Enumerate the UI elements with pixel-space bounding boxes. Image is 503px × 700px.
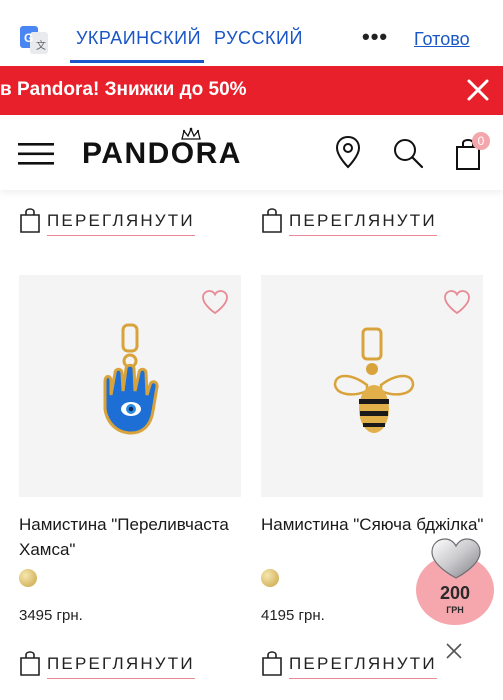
shopping-bag-icon xyxy=(262,651,282,676)
tab-language-russian[interactable]: РУССКИЙ xyxy=(214,28,303,49)
shopping-bag-icon xyxy=(20,208,40,233)
shopping-bag-icon xyxy=(20,651,40,676)
site-header: PANDORA 0 xyxy=(0,115,503,190)
more-dots-icon[interactable]: ••• xyxy=(362,24,388,50)
wishlist-heart-icon[interactable] xyxy=(201,289,229,315)
gold-color-swatch[interactable] xyxy=(19,569,37,587)
product-price: 3495 грн. xyxy=(19,607,83,624)
wishlist-heart-icon[interactable] xyxy=(443,289,471,315)
translate-bar: G 文 УКРАИНСКИЙ РУССКИЙ ••• Готово xyxy=(0,0,503,66)
promo-banner: в Pandora! Знижки до 50% xyxy=(0,66,503,115)
active-tab-indicator xyxy=(70,60,204,63)
promo-banner-text: в Pandora! Знижки до 50% xyxy=(0,79,247,100)
tab-language-ukrainian[interactable]: УКРАИНСКИЙ xyxy=(76,28,201,49)
menu-icon[interactable] xyxy=(18,142,54,166)
crown-icon xyxy=(181,127,201,140)
product-name[interactable]: Намистина "Переливчаста Хамса" xyxy=(19,512,249,562)
product-price: 4195 грн. xyxy=(261,607,325,624)
svg-text:G: G xyxy=(24,31,33,45)
product-image[interactable] xyxy=(19,275,241,497)
view-button-underline xyxy=(289,678,437,679)
view-button-label: ПЕРЕГЛЯНУТИ xyxy=(47,654,195,673)
product-name[interactable]: Намистина "Сяюча бджілка" xyxy=(261,512,491,537)
close-icon[interactable] xyxy=(444,641,464,661)
view-button-underline xyxy=(47,678,195,679)
promo-widget-currency: ГРН xyxy=(446,605,464,615)
brand-logo[interactable]: PANDORA xyxy=(82,137,242,171)
bee-charm-illustration xyxy=(333,327,415,433)
view-button-underline xyxy=(289,235,437,236)
heart-charm-icon xyxy=(431,538,481,579)
gold-color-swatch[interactable] xyxy=(261,569,279,587)
hamsa-charm-illustration xyxy=(103,323,159,435)
google-translate-icon[interactable]: G 文 xyxy=(20,26,48,54)
done-button[interactable]: Готово xyxy=(414,29,470,50)
close-icon[interactable] xyxy=(464,76,492,104)
view-button-label: ПЕРЕГЛЯНУТИ xyxy=(289,211,437,230)
search-icon[interactable] xyxy=(392,137,424,169)
svg-text:文: 文 xyxy=(36,39,46,52)
view-button-label: ПЕРЕГЛЯНУТИ xyxy=(289,654,437,673)
location-pin-icon[interactable] xyxy=(334,135,362,169)
product-image[interactable] xyxy=(261,275,483,497)
cart-count-badge: 0 xyxy=(472,132,490,150)
promo-widget-amount: 200 xyxy=(439,583,471,603)
view-button-label: ПЕРЕГЛЯНУТИ xyxy=(47,211,195,230)
shopping-bag-icon xyxy=(262,208,282,233)
view-button-underline xyxy=(47,235,195,236)
